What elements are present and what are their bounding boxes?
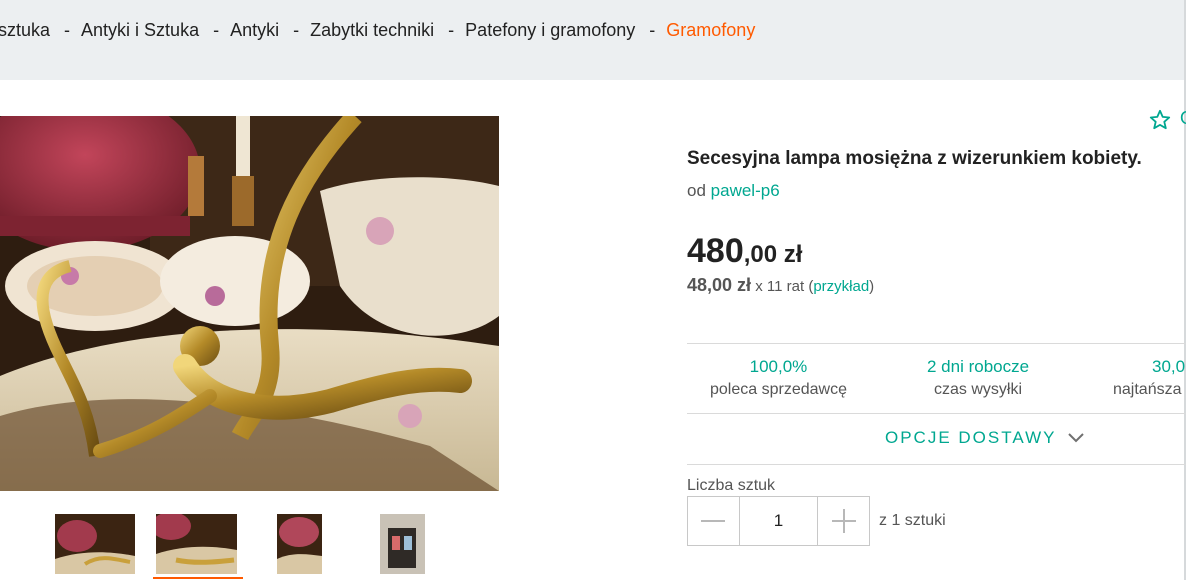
stat-value: 100,0% [749, 357, 808, 376]
thumbnail-2[interactable] [156, 514, 237, 574]
installments: 48,00 zł x 11 rat (przykład) [687, 275, 874, 296]
stat-value: 2 dni robocze [927, 357, 1030, 376]
breadcrumb-separator: - [649, 20, 656, 40]
active-thumbnail-indicator [153, 577, 243, 579]
price-main: 480 [687, 232, 744, 270]
installment-count: x 11 rat [755, 278, 805, 295]
stat-value: 30,0 [1152, 357, 1186, 376]
stat-recommend: 100,0% poleca sprzedawcę [710, 357, 847, 399]
increase-button[interactable] [818, 497, 869, 545]
product-main-image[interactable] [0, 116, 499, 491]
quantity-available: z 1 sztuki [879, 512, 946, 529]
installment-amount: 48,00 zł [687, 275, 752, 295]
price-rest: ,00 zł [743, 241, 803, 268]
seller-link[interactable]: pawel-p6 [711, 181, 780, 200]
thumbnail-strip [0, 514, 520, 580]
seller-line: od pawel-p6 [687, 181, 780, 201]
thumbnail-1[interactable] [55, 514, 135, 574]
minus-icon [701, 520, 726, 522]
price: 480,00 zł [687, 232, 802, 271]
thumbnail-3[interactable] [277, 514, 322, 574]
breadcrumb-item-antyki-i-sztuka[interactable]: Antyki i Sztuka [81, 20, 199, 41]
quantity-stepper: 1 [687, 496, 870, 546]
breadcrumb: sztuka - Antyki i Sztuka - Antyki - Zaby… [0, 20, 755, 41]
divider [687, 413, 1186, 414]
breadcrumb-separator: - [64, 20, 71, 40]
delivery-options-label: OPCJE DOSTAWY [885, 428, 1057, 447]
offer-title: Secesyjna lampa mosiężna z wizerunkiem k… [687, 148, 1142, 169]
stat-label: najtańsza [1113, 381, 1182, 398]
divider [687, 464, 1186, 465]
chevron-down-icon [1068, 433, 1085, 443]
breadcrumb-item-sztuka[interactable]: sztuka [0, 20, 50, 41]
breadcrumb-separator: - [213, 20, 220, 40]
seller-prefix: od [687, 181, 706, 200]
quantity-input[interactable]: 1 [738, 497, 819, 545]
breadcrumb-item-patefony[interactable]: Patefony i gramofony [465, 20, 635, 41]
breadcrumb-separator: - [293, 20, 300, 40]
stat-label: czas wysyłki [934, 381, 1023, 398]
stat-shipping-time: 2 dni robocze czas wysyłki [927, 357, 1029, 399]
breadcrumb-item-antyki[interactable]: Antyki [230, 20, 279, 41]
thumbnail-4[interactable] [380, 514, 425, 574]
installment-example-link[interactable]: przykład [813, 278, 869, 295]
favorite-label[interactable]: O [1180, 108, 1186, 129]
breadcrumb-bar: sztuka - Antyki i Sztuka - Antyki - Zaby… [0, 0, 1186, 80]
stat-cheapest: 30,0 najtańsza [1113, 357, 1185, 399]
breadcrumb-item-zabytki-techniki[interactable]: Zabytki techniki [310, 20, 434, 41]
breadcrumb-separator: - [448, 20, 455, 40]
decrease-button[interactable] [688, 497, 739, 545]
plus-icon [831, 509, 856, 533]
star-outline-icon[interactable] [1148, 108, 1172, 132]
breadcrumb-item-gramofony[interactable]: Gramofony [666, 20, 755, 41]
quantity-label: Liczba sztuk [687, 477, 776, 494]
paren-close: ) [869, 278, 875, 295]
delivery-options-button[interactable]: OPCJE DOSTAWY [885, 428, 1085, 448]
divider [687, 343, 1186, 344]
stat-label: poleca sprzedawcę [710, 381, 847, 398]
